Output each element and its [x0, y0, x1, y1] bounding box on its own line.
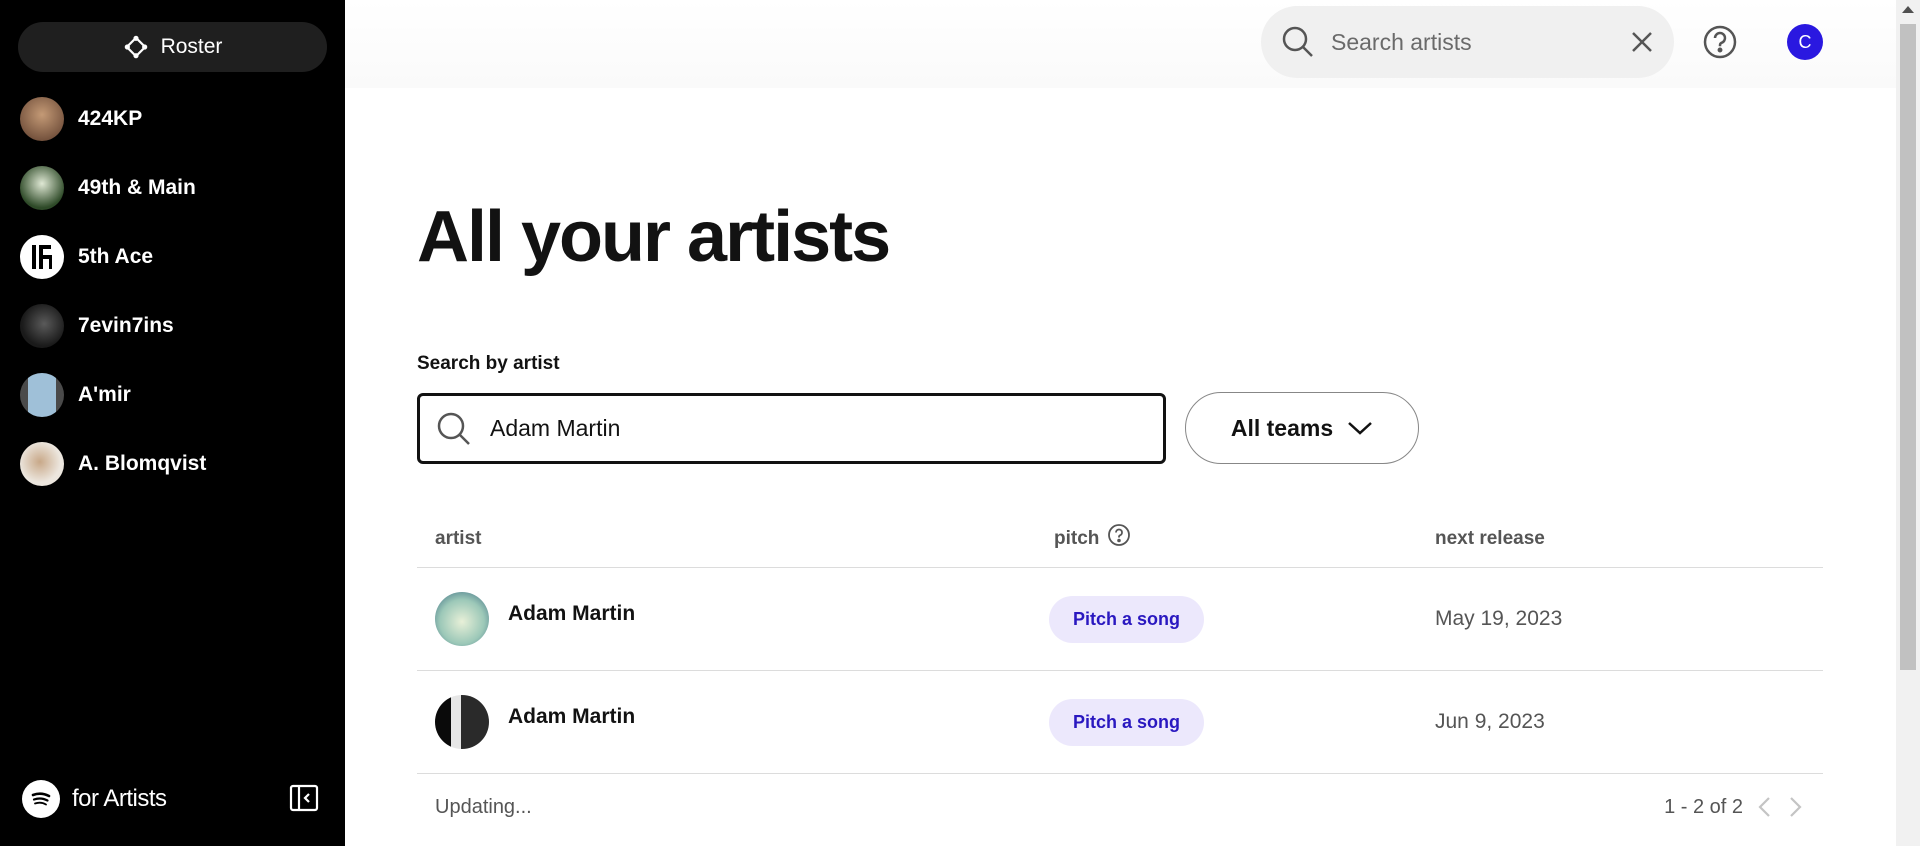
avatar [20, 373, 64, 417]
sidebar-artist-item[interactable]: 5th Ace [20, 234, 330, 280]
search-by-artist-label: Search by artist [417, 353, 560, 374]
search-icon [1282, 26, 1313, 57]
pitch-a-song-button[interactable]: Pitch a song [1049, 698, 1205, 746]
column-header-next-release[interactable]: next release [1435, 528, 1823, 550]
chevron-left-icon[interactable] [1757, 795, 1773, 819]
scrollbar-thumb[interactable] [1900, 24, 1916, 670]
5th-ace-logo-icon [32, 245, 52, 269]
scroll-up-arrow-icon[interactable] [1902, 6, 1914, 13]
sidebar: Roster 424KP 49th & Main 5th Ace 7evin7i… [0, 0, 345, 846]
close-icon[interactable] [1630, 30, 1654, 54]
sidebar-artist-list: 424KP 49th & Main 5th Ace 7evin7ins A'mi… [20, 96, 330, 510]
roster-label: Roster [160, 35, 223, 58]
artist-cell: Adam Martin [417, 592, 1054, 646]
avatar [20, 97, 64, 141]
artist-name[interactable]: Adam Martin [508, 705, 635, 729]
pitch-cell: Pitch a song [1049, 698, 1435, 746]
table-footer: Updating... 1 - 2 of 2 [417, 774, 1823, 840]
help-button[interactable] [1702, 24, 1738, 60]
avatar [435, 695, 489, 749]
pitch-a-song-button[interactable]: Pitch a song [1049, 595, 1205, 643]
next-release-cell: May 19, 2023 [1435, 607, 1823, 631]
main-content: C All your artists Search by artist All … [345, 0, 1920, 846]
sidebar-artist-name: 5th Ace [78, 245, 154, 268]
brand-text: for Artists [72, 785, 167, 812]
column-header-pitch-label: pitch [1054, 527, 1100, 549]
next-release-date: Jun 9, 2023 [1435, 710, 1545, 733]
spotify-logo-icon [22, 780, 60, 818]
next-release-cell: Jun 9, 2023 [1435, 710, 1823, 734]
artist-name[interactable]: Adam Martin [508, 602, 635, 626]
avatar [20, 235, 64, 279]
sidebar-artist-name: 7evin7ins [78, 314, 174, 337]
sidebar-artist-name: 49th & Main [78, 176, 196, 199]
teams-dropdown[interactable]: All teams [1185, 392, 1419, 464]
avatar [20, 442, 64, 486]
help-icon [1703, 25, 1737, 59]
chevron-right-icon[interactable] [1787, 795, 1803, 819]
collapse-sidebar-button[interactable] [288, 782, 320, 814]
app-root: Roster 424KP 49th & Main 5th Ace 7evin7i… [0, 0, 1920, 846]
pitch-cell: Pitch a song [1049, 595, 1435, 643]
next-release-date: May 19, 2023 [1435, 607, 1563, 630]
avatar [20, 166, 64, 210]
user-avatar[interactable]: C [1787, 24, 1823, 60]
sidebar-collapse-icon [289, 784, 319, 812]
column-header-artist[interactable]: artist [417, 528, 1054, 550]
roster-icon [124, 35, 147, 59]
status-text: Updating... [435, 795, 532, 818]
artist-cell: Adam Martin [417, 695, 1054, 749]
artist-search-input[interactable] [490, 415, 1130, 442]
help-icon[interactable] [1107, 523, 1131, 547]
sidebar-artist-item[interactable]: 424KP [20, 96, 330, 142]
pagination: 1 - 2 of 2 [1664, 795, 1823, 819]
top-search-input[interactable] [1331, 28, 1591, 56]
sidebar-artist-item[interactable]: 7evin7ins [20, 303, 330, 349]
pagination-count: 1 - 2 of 2 [1664, 795, 1743, 818]
table-header: artist pitch next release [417, 510, 1823, 568]
sidebar-artist-item[interactable]: 49th & Main [20, 165, 330, 211]
table-row[interactable]: Adam Martin Pitch a song May 19, 2023 [417, 568, 1823, 671]
artists-table: artist pitch next release Adam Martin Pi… [417, 510, 1823, 840]
avatar [20, 304, 64, 348]
sidebar-artist-item[interactable]: A'mir [20, 372, 330, 418]
avatar [435, 592, 489, 646]
scrollbar[interactable] [1896, 0, 1920, 846]
teams-dropdown-label: All teams [1230, 414, 1334, 441]
chevron-down-icon [1348, 422, 1372, 435]
sidebar-artist-name: A'mir [78, 383, 131, 406]
sidebar-artist-name: 424KP [78, 107, 143, 130]
sidebar-artist-name: A. Blomqvist [78, 452, 207, 475]
column-header-pitch: pitch [1054, 523, 1435, 550]
page-title: All your artists [417, 197, 891, 277]
top-search-bar[interactable] [1261, 6, 1674, 78]
table-row[interactable]: Adam Martin Pitch a song Jun 9, 2023 [417, 671, 1823, 774]
artist-search-field[interactable] [417, 393, 1166, 464]
brand[interactable]: for Artists [22, 780, 167, 818]
search-icon [437, 412, 470, 445]
roster-button[interactable]: Roster [18, 22, 327, 72]
sidebar-artist-item[interactable]: A. Blomqvist [20, 441, 330, 487]
